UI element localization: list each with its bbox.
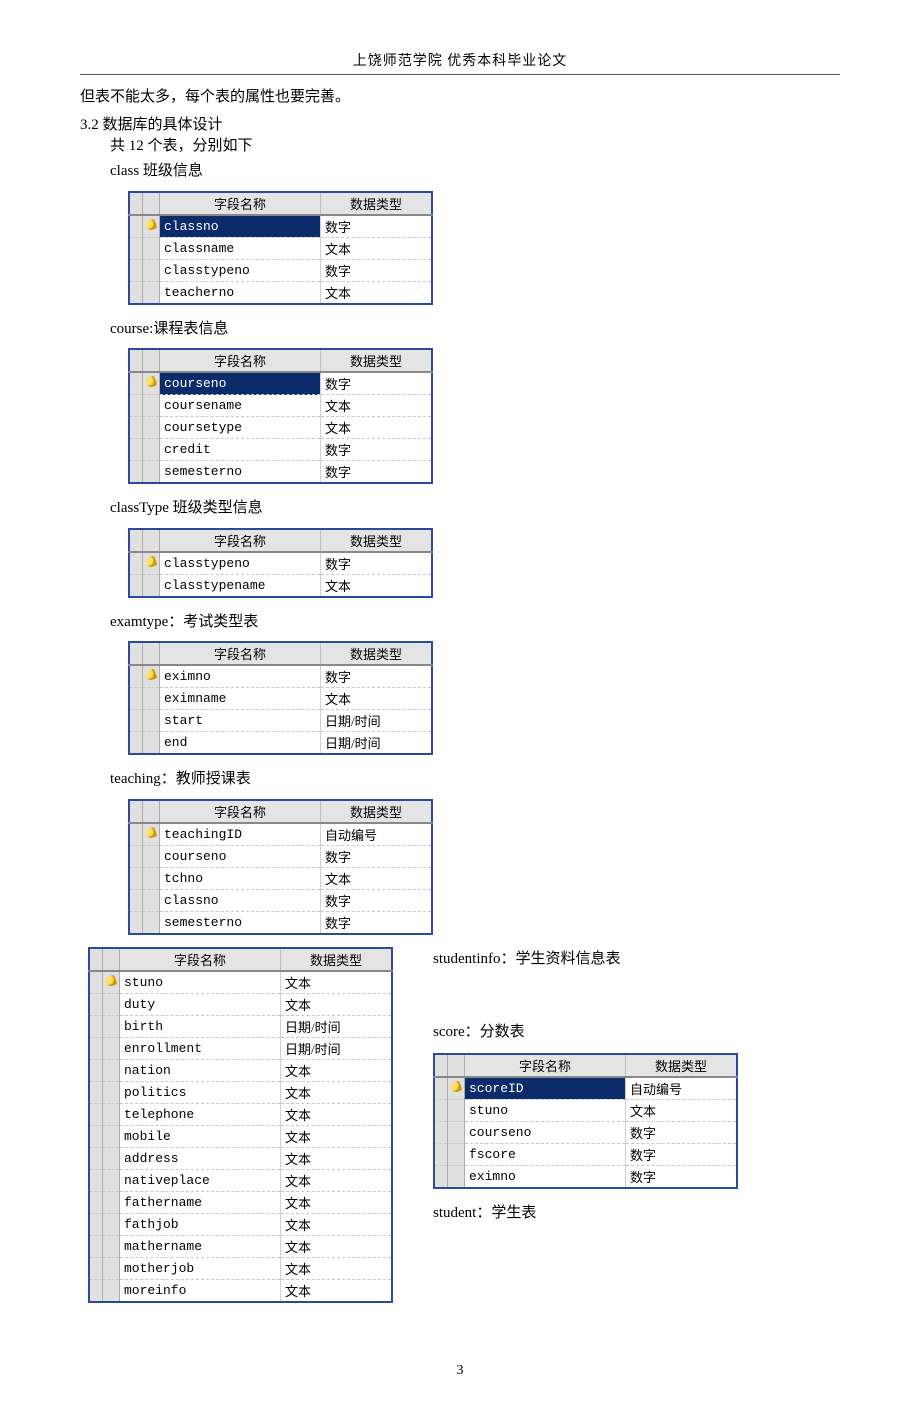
table-caption-studentinfo: studentinfo：学生资料信息表 xyxy=(433,947,840,968)
primary-key-icon xyxy=(145,555,158,568)
table-row: teacherno文本 xyxy=(129,281,432,304)
table-row: tchno文本 xyxy=(129,867,432,889)
table-row: credit数字 xyxy=(129,439,432,461)
table-row: eximno数字 xyxy=(434,1165,737,1188)
table-caption-classtype: classType 班级类型信息 xyxy=(110,496,840,522)
db-table-course: 字段名称数据类型 courseno数字 coursename文本 courset… xyxy=(128,348,433,484)
table-row: classno数字 xyxy=(129,889,432,911)
table-row: stuno文本 xyxy=(434,1099,737,1121)
table-row: birth日期/时间 xyxy=(89,1015,392,1037)
column-header-field: 字段名称 xyxy=(160,192,321,215)
primary-key-icon xyxy=(145,826,158,839)
table-row: semesterno数字 xyxy=(129,911,432,934)
table-caption-class: class 班级信息 xyxy=(110,159,840,185)
table-caption-teaching: teaching：教师授课表 xyxy=(110,767,840,793)
primary-key-icon xyxy=(145,218,158,231)
table-row: nation文本 xyxy=(89,1059,392,1081)
db-table-classtype: 字段名称数据类型 classtypeno数字 classtypename文本 xyxy=(128,528,433,598)
table-row: eximno数字 xyxy=(129,665,432,688)
table-row: moreinfo文本 xyxy=(89,1279,392,1302)
section-3-2-heading: 3.2 数据库的具体设计 xyxy=(80,113,840,134)
table-row: courseno数字 xyxy=(129,845,432,867)
table-caption-score: score：分数表 xyxy=(433,1020,840,1041)
db-table-studentinfo: 字段名称数据类型 stuno文本 duty文本 birth日期/时间 enrol… xyxy=(88,947,393,1303)
table-caption-course: course:课程表信息 xyxy=(110,317,840,343)
primary-key-icon xyxy=(145,376,158,389)
table-row: coursename文本 xyxy=(129,395,432,417)
table-row: coursetype文本 xyxy=(129,417,432,439)
primary-key-icon xyxy=(105,974,118,987)
table-row: mobile文本 xyxy=(89,1125,392,1147)
table-row: address文本 xyxy=(89,1147,392,1169)
table-row: start日期/时间 xyxy=(129,710,432,732)
db-table-score: 字段名称数据类型 scoreID自动编号 stuno文本 courseno数字 … xyxy=(433,1053,738,1189)
sub-line: 共 12 个表，分别如下 xyxy=(110,134,840,160)
table-caption-examtype: examtype：考试类型表 xyxy=(110,610,840,636)
db-table-class: 字段名称 数据类型 classno数字 classname文本 classtyp… xyxy=(128,191,433,305)
intro-paragraph: 但表不能太多，每个表的属性也要完善。 xyxy=(80,85,840,111)
table-row: telephone文本 xyxy=(89,1103,392,1125)
table-row: fathername文本 xyxy=(89,1191,392,1213)
db-table-examtype: 字段名称数据类型 eximno数字 eximname文本 start日期/时间 … xyxy=(128,641,433,755)
table-row: classtypeno数字 xyxy=(129,552,432,575)
primary-key-icon xyxy=(450,1080,463,1093)
table-row: classname文本 xyxy=(129,237,432,259)
db-table-teaching: 字段名称数据类型 teachingID自动编号 courseno数字 tchno… xyxy=(128,799,433,935)
primary-key-icon xyxy=(145,669,158,682)
table-row: fathjob文本 xyxy=(89,1213,392,1235)
key-header xyxy=(143,192,160,215)
table-caption-student: student：学生表 xyxy=(433,1201,840,1222)
table-row: duty文本 xyxy=(89,993,392,1015)
table-row: enrollment日期/时间 xyxy=(89,1037,392,1059)
row-selector-header xyxy=(129,192,143,215)
table-row: courseno数字 xyxy=(434,1121,737,1143)
table-row: courseno数字 xyxy=(129,372,432,395)
table-row: classno数字 xyxy=(129,215,432,238)
table-row: classtypename文本 xyxy=(129,574,432,597)
table-row: eximname文本 xyxy=(129,688,432,710)
table-row: scoreID自动编号 xyxy=(434,1077,737,1100)
column-header-type: 数据类型 xyxy=(321,192,433,215)
page-number: 3 xyxy=(80,1363,840,1379)
table-row: semesterno数字 xyxy=(129,461,432,484)
page-header: 上饶师范学院 优秀本科毕业论文 xyxy=(80,50,840,75)
table-row: motherjob文本 xyxy=(89,1257,392,1279)
table-row: nativeplace文本 xyxy=(89,1169,392,1191)
table-row: mathername文本 xyxy=(89,1235,392,1257)
table-row: end日期/时间 xyxy=(129,732,432,755)
table-row: classtypeno数字 xyxy=(129,259,432,281)
table-row: stuno文本 xyxy=(89,971,392,994)
table-row: teachingID自动编号 xyxy=(129,823,432,846)
table-row: politics文本 xyxy=(89,1081,392,1103)
table-row: fscore数字 xyxy=(434,1143,737,1165)
